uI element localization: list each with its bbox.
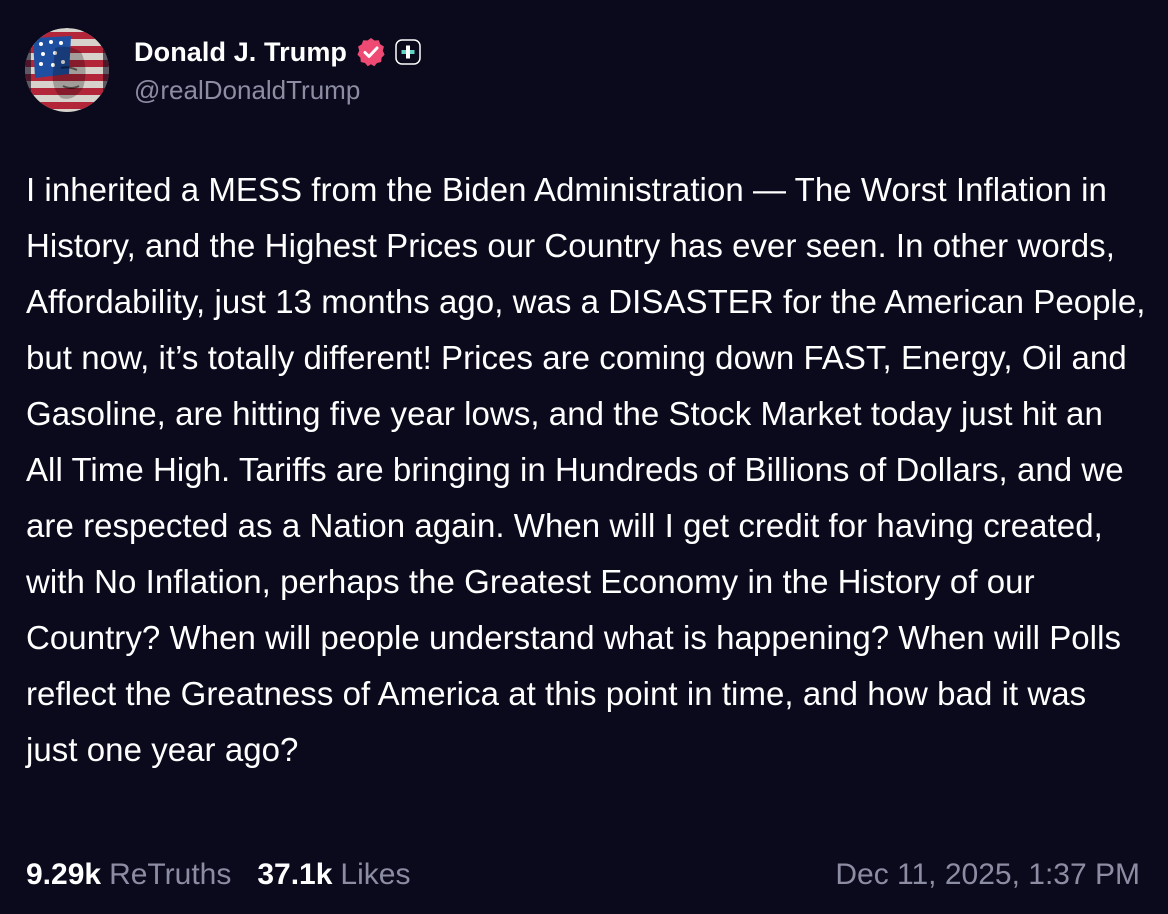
post-timestamp[interactable]: Dec 11, 2025, 1:37 PM [835,858,1140,892]
name-row: Donald J. Trump [134,34,421,70]
truth-post: Donald J. Trump @realDonaldTrump I inher… [0,0,1168,914]
verified-badge-icon [355,36,387,68]
retruths-stat[interactable]: 9.29k ReTruths [26,858,231,892]
author-handle[interactable]: @realDonaldTrump [134,75,421,106]
author-display-name[interactable]: Donald J. Trump [134,37,347,68]
avatar-image [25,28,109,112]
post-body-text: I inherited a MESS from the Biden Admini… [26,171,1146,768]
likes-stat[interactable]: 37.1k Likes [257,858,410,892]
retruths-count: 9.29k [26,858,102,891]
likes-count: 37.1k [257,858,333,891]
author-identity: Donald J. Trump @realDonaldTrump [134,34,421,106]
retruths-label: ReTruths [109,858,232,891]
plus-badge-icon [395,39,421,65]
likes-label: Likes [340,858,411,891]
post-header: Donald J. Trump @realDonaldTrump [25,28,421,114]
post-footer: 9.29k ReTruths 37.1k Likes Dec 11, 2025,… [26,853,1140,897]
avatar[interactable] [25,28,109,112]
